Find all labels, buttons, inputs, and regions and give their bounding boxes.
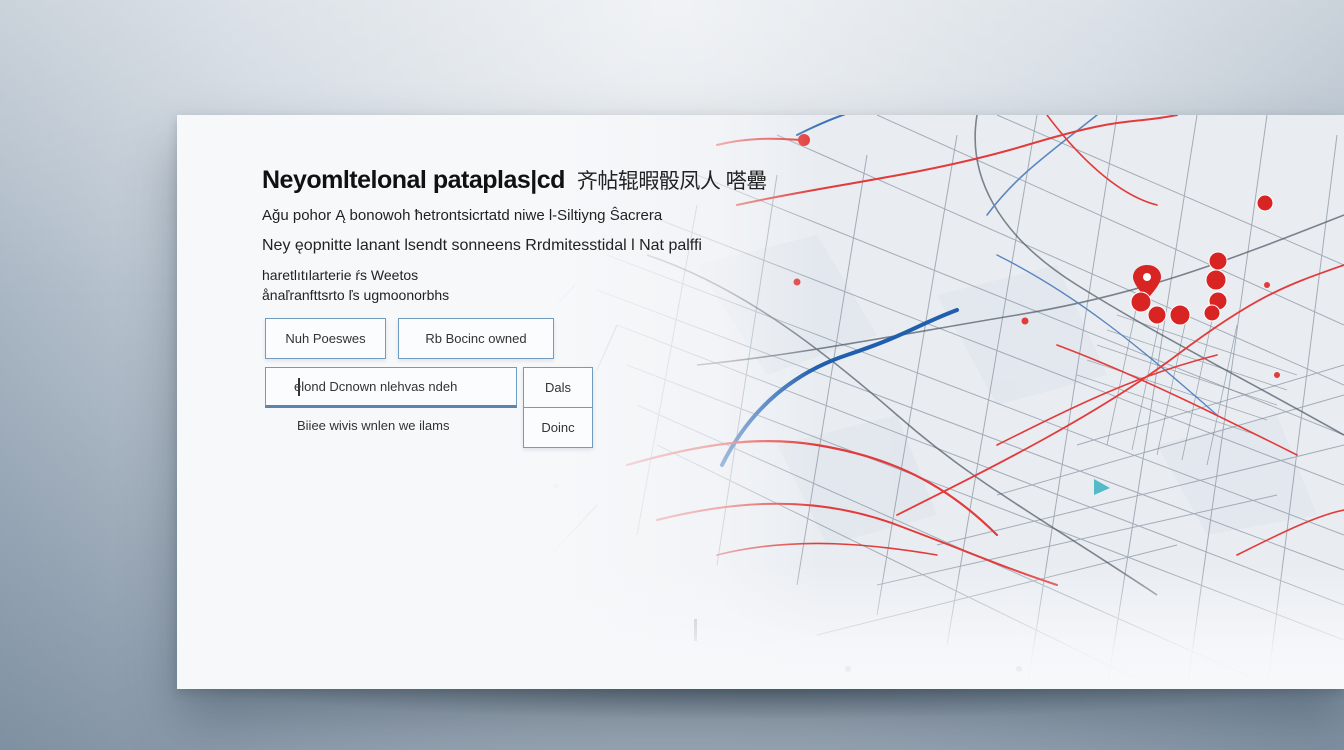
hint-text: Biiee wivis wnlen we ilams bbox=[297, 418, 450, 433]
search-input[interactable]: elond Dcnown nlehvas ndeh bbox=[265, 367, 517, 408]
text-caret bbox=[298, 378, 300, 396]
subtitle-line-4: ånaľranfttsrto ľs ugmoonorbhs bbox=[262, 287, 450, 303]
info-panel: Neyomltelonal pataplas|cd 齐帖辊暇骰凤人 嗒罍 Ağu … bbox=[177, 115, 817, 689]
app-window: Neyomltelonal pataplas|cd 齐帖辊暇骰凤人 嗒罍 Ağu … bbox=[177, 115, 1344, 689]
subtitle-line-3: haretlıtılarterie ŕs Weetos bbox=[262, 267, 419, 283]
page-title-text: Neyomltelonal pataplas|cd bbox=[262, 166, 565, 194]
dals-button[interactable]: Dals bbox=[523, 367, 593, 408]
page-title: Neyomltelonal pataplas|cd 齐帖辊暇骰凤人 嗒罍 bbox=[262, 165, 767, 195]
subtitle-line-1: Ağu pohor Ą bonowoh ħetrontsicrtatd niwe… bbox=[262, 207, 663, 224]
subtitle-line-2: Ney ęopnitte lanant lsendt sonneens Rrdm… bbox=[262, 237, 702, 254]
nuh-poeswes-button[interactable]: Nuh Poeswes bbox=[265, 318, 386, 359]
doinc-button[interactable]: Doinc bbox=[523, 407, 593, 448]
rb-bocinc-owned-button[interactable]: Rb Bocinc owned bbox=[398, 318, 554, 359]
search-input-value: elond Dcnown nlehvas ndeh bbox=[294, 379, 458, 394]
page-title-cjk: 齐帖辊暇骰凤人 嗒罍 bbox=[576, 170, 767, 193]
